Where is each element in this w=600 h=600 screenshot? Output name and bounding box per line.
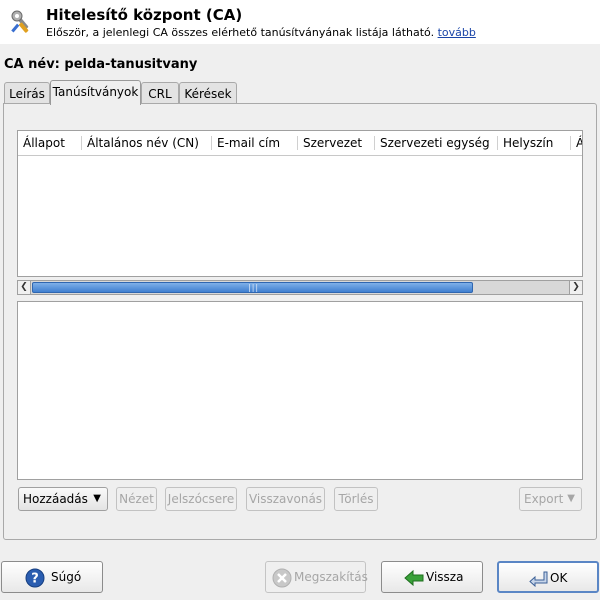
tab-crl-label: CRL [148,87,172,101]
arrow-left-icon [404,569,424,587]
wrench-screwdriver-icon [11,10,29,33]
scroll-left-icon[interactable]: ❮ [18,281,31,294]
tab-certificates-label: Tanúsítványok [52,85,139,99]
export-button-label: Export [524,492,564,506]
tab-requests[interactable]: Kérések [179,82,237,104]
ca-name-label: CA név: pelda-tanusitvany [4,57,198,72]
tab-certificates[interactable]: Tanúsítványok [50,80,141,105]
revoke-button-label: Visszavonás [248,492,323,506]
tab-description[interactable]: Leírás [4,82,50,104]
enter-arrow-icon [529,571,548,588]
header: Hitelesítő központ (CA) Először, a jelen… [0,0,600,44]
column-header-more[interactable]: Á [571,131,582,156]
delete-button-label: Törlés [338,492,374,506]
column-header-status[interactable]: Állapot [18,131,81,156]
ok-button[interactable]: OK [497,561,599,593]
ok-button-label: OK [550,571,568,585]
help-icon: ? [25,568,45,588]
column-header-location[interactable]: Helyszín [498,131,570,156]
add-button[interactable]: Hozzáadás ▼ [18,487,108,511]
add-button-label: Hozzáadás [23,492,88,506]
svg-text:?: ? [31,572,39,587]
subtitle-text: Először, a jelenlegi CA összes elérhető … [46,26,435,39]
view-button[interactable]: Nézet [116,487,157,511]
chevron-down-icon: ▼ [567,493,575,504]
tab-crl[interactable]: CRL [141,82,179,104]
grip-icon: ||| [248,283,260,292]
delete-button[interactable]: Törlés [334,487,378,511]
page-title: Hitelesítő központ (CA) [46,6,243,24]
change-password-button-label: Jelszócsere [167,492,235,506]
page-subtitle: Először, a jelenlegi CA összes elérhető … [46,26,476,39]
horizontal-scrollbar[interactable]: ❮ ||| ❯ [17,280,583,295]
help-button[interactable]: ? Súgó [1,561,103,593]
cancel-icon [272,568,292,588]
back-button-label: Vissza [426,570,464,584]
revoke-button[interactable]: Visszavonás [246,487,325,511]
tab-description-label: Leírás [9,87,45,101]
scroll-right-icon[interactable]: ❯ [569,281,582,294]
column-header-organization[interactable]: Szervezet [298,131,374,156]
table-header: Állapot Általános név (CN) E-mail cím Sz… [18,131,582,156]
cancel-button[interactable]: Megszakítás [265,561,368,593]
export-button[interactable]: Export ▼ [519,487,582,511]
scrollbar-thumb[interactable]: ||| [32,282,473,293]
chevron-down-icon: ▼ [93,493,101,504]
help-button-label: Súgó [51,570,82,584]
back-button[interactable]: Vissza [381,561,483,593]
column-header-email[interactable]: E-mail cím [212,131,297,156]
tab-requests-label: Kérések [184,87,232,101]
column-header-common-name[interactable]: Általános név (CN) [82,131,211,156]
view-button-label: Nézet [119,492,154,506]
column-header-org-unit[interactable]: Szervezeti egység [375,131,497,156]
certificate-details [17,301,583,480]
change-password-button[interactable]: Jelszócsere [165,487,237,511]
more-link[interactable]: tovább [438,26,476,39]
certificate-table[interactable]: Állapot Általános név (CN) E-mail cím Sz… [17,130,583,277]
cancel-button-label: Megszakítás [294,570,368,584]
